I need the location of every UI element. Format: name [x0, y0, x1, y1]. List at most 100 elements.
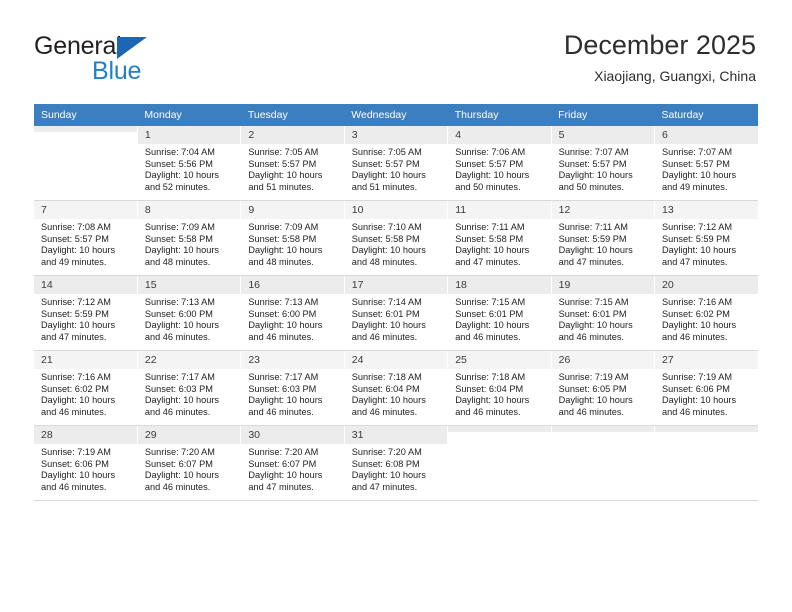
day-cell-inner: 11 Sunrise: 7:11 AM Sunset: 5:58 PM Dayligh… — [448, 201, 551, 275]
day-number — [448, 426, 551, 432]
daylight-text-line1: Daylight: 10 hours — [41, 320, 116, 331]
day-details: Sunrise: 7:15 AM Sunset: 6:01 PM Daylight:… — [552, 294, 654, 343]
calendar-day-cell[interactable]: 27 Sunrise: 7:19 AM Sunset: 6:06 PM Dayligh… — [654, 350, 758, 426]
calendar-day-cell[interactable]: 17 Sunrise: 7:14 AM Sunset: 6:01 PM Dayligh… — [344, 275, 449, 351]
calendar-day-cell[interactable]: 24 Sunrise: 7:18 AM Sunset: 6:04 PM Dayligh… — [344, 350, 449, 426]
day-number: 23 — [241, 351, 344, 369]
logo-word-general: General — [34, 32, 122, 60]
calendar-day-cell[interactable]: 29 Sunrise: 7:20 AM Sunset: 6:07 PM Dayligh… — [137, 425, 242, 501]
general-blue-logo[interactable]: General Blue — [34, 32, 254, 88]
calendar-day-cell[interactable]: 14 Sunrise: 7:12 AM Sunset: 5:59 PM Dayligh… — [34, 275, 138, 351]
daylight-text-line1: Daylight: 10 hours — [455, 245, 530, 256]
daylight-text-line2: and 50 minutes. — [558, 181, 624, 192]
sunrise-text: Sunrise: 7:07 AM — [558, 147, 629, 157]
daylight-text-line2: and 47 minutes. — [558, 256, 624, 267]
day-details: Sunrise: 7:20 AM Sunset: 6:07 PM Daylight:… — [138, 444, 240, 493]
daylight-text-line2: and 46 minutes. — [455, 406, 521, 417]
calendar-day-cell[interactable]: 19 Sunrise: 7:15 AM Sunset: 6:01 PM Dayligh… — [551, 275, 656, 351]
calendar-day-cell[interactable]: 7 Sunrise: 7:08 AM Sunset: 5:57 PM Daylight… — [34, 200, 138, 276]
calendar-day-cell[interactable]: 20 Sunrise: 7:16 AM Sunset: 6:02 PM Dayligh… — [654, 275, 758, 351]
day-number — [34, 126, 137, 132]
calendar-day-cell[interactable]: 23 Sunrise: 7:17 AM Sunset: 6:03 PM Dayligh… — [240, 350, 345, 426]
calendar-day-cell-empty — [34, 126, 138, 201]
daylight-text-line1: Daylight: 10 hours — [351, 245, 426, 256]
sunrise-text: Sunrise: 7:13 AM — [144, 297, 215, 307]
sunset-text: Sunset: 5:59 PM — [558, 233, 627, 244]
day-details: Sunrise: 7:08 AM Sunset: 5:57 PM Daylight:… — [34, 219, 137, 268]
day-number: 19 — [551, 276, 655, 294]
daylight-text-line2: and 47 minutes. — [455, 256, 521, 267]
sunset-text: Sunset: 6:07 PM — [248, 458, 317, 469]
calendar-day-cell[interactable]: 21 Sunrise: 7:16 AM Sunset: 6:02 PM Dayligh… — [34, 350, 138, 426]
day-cell-inner: 13 Sunrise: 7:12 AM Sunset: 5:59 PM Dayligh… — [655, 201, 758, 275]
calendar-day-cell[interactable]: 10 Sunrise: 7:10 AM Sunset: 5:58 PM Dayligh… — [344, 200, 449, 276]
day-number: 21 — [34, 351, 137, 369]
calendar-day-cell[interactable]: 12 Sunrise: 7:11 AM Sunset: 5:59 PM Dayligh… — [551, 200, 656, 276]
daylight-text-line1: Daylight: 10 hours — [248, 170, 323, 181]
day-number: 24 — [344, 351, 448, 369]
calendar-day-cell[interactable]: 6 Sunrise: 7:07 AM Sunset: 5:57 PM Daylight… — [654, 126, 758, 201]
calendar-day-cell[interactable]: 26 Sunrise: 7:19 AM Sunset: 6:05 PM Dayligh… — [551, 350, 656, 426]
day-details: Sunrise: 7:18 AM Sunset: 6:04 PM Daylight:… — [345, 369, 447, 418]
sunset-text: Sunset: 5:56 PM — [144, 158, 213, 169]
calendar-day-cell[interactable]: 9 Sunrise: 7:09 AM Sunset: 5:58 PM Daylight… — [240, 200, 345, 276]
calendar-day-cell[interactable]: 2 Sunrise: 7:05 AM Sunset: 5:57 PM Daylight… — [240, 126, 345, 201]
calendar-week-row: 28 Sunrise: 7:19 AM Sunset: 6:06 PM Dayligh… — [34, 425, 758, 501]
day-number: 17 — [344, 276, 448, 294]
calendar-day-cell[interactable]: 1 Sunrise: 7:04 AM Sunset: 5:56 PM Daylight… — [137, 126, 242, 201]
day-cell-inner: 18 Sunrise: 7:15 AM Sunset: 6:01 PM Dayligh… — [448, 276, 551, 350]
calendar-day-cell[interactable]: 4 Sunrise: 7:06 AM Sunset: 5:57 PM Daylight… — [447, 126, 552, 201]
sunrise-text: Sunrise: 7:19 AM — [41, 447, 111, 457]
sunset-text: Sunset: 5:58 PM — [455, 233, 524, 244]
day-number: 15 — [137, 276, 241, 294]
sunset-text: Sunset: 5:58 PM — [248, 233, 317, 244]
calendar-day-cell[interactable]: 28 Sunrise: 7:19 AM Sunset: 6:06 PM Dayligh… — [34, 425, 138, 501]
day-details: Sunrise: 7:09 AM Sunset: 5:58 PM Daylight:… — [241, 219, 343, 268]
day-number: 30 — [241, 426, 344, 444]
page-title: December 2025 — [563, 30, 756, 60]
sunrise-text: Sunrise: 7:15 AM — [558, 297, 629, 307]
sunset-text: Sunset: 5:58 PM — [351, 233, 420, 244]
daylight-text-line1: Daylight: 10 hours — [455, 320, 530, 331]
day-cell-inner: 7 Sunrise: 7:08 AM Sunset: 5:57 PM Daylight… — [34, 201, 137, 275]
daylight-text-line1: Daylight: 10 hours — [41, 245, 116, 256]
daylight-text-line2: and 46 minutes. — [144, 406, 211, 417]
calendar-day-cell[interactable]: 18 Sunrise: 7:15 AM Sunset: 6:01 PM Dayligh… — [447, 275, 552, 351]
calendar-day-cell[interactable]: 15 Sunrise: 7:13 AM Sunset: 6:00 PM Dayligh… — [137, 275, 242, 351]
calendar-day-cell[interactable]: 13 Sunrise: 7:12 AM Sunset: 5:59 PM Dayligh… — [654, 200, 758, 276]
daylight-text-line1: Daylight: 10 hours — [248, 470, 323, 481]
day-details: Sunrise: 7:18 AM Sunset: 6:04 PM Daylight:… — [448, 369, 550, 418]
daylight-text-line1: Daylight: 10 hours — [558, 395, 633, 406]
day-details: Sunrise: 7:07 AM Sunset: 5:57 PM Daylight:… — [655, 144, 758, 193]
day-details: Sunrise: 7:04 AM Sunset: 5:56 PM Daylight:… — [138, 144, 240, 193]
calendar-day-cell[interactable]: 8 Sunrise: 7:09 AM Sunset: 5:58 PM Daylight… — [137, 200, 242, 276]
sunset-text: Sunset: 6:01 PM — [455, 308, 524, 319]
daylight-text-line2: and 46 minutes. — [662, 331, 728, 342]
sunset-text: Sunset: 5:57 PM — [41, 233, 109, 244]
calendar-day-cell[interactable]: 5 Sunrise: 7:07 AM Sunset: 5:57 PM Daylight… — [551, 126, 656, 201]
day-number: 11 — [448, 201, 551, 219]
sunrise-text: Sunrise: 7:06 AM — [455, 147, 526, 157]
page-header: General Blue December 2025 Xiaojiang, Gu… — [0, 0, 792, 100]
day-cell-inner: 27 Sunrise: 7:19 AM Sunset: 6:06 PM Dayligh… — [655, 351, 758, 425]
calendar-day-cell[interactable]: 25 Sunrise: 7:18 AM Sunset: 6:04 PM Dayligh… — [447, 350, 552, 426]
logo-triangle-icon — [117, 37, 147, 59]
calendar-day-cell[interactable]: 30 Sunrise: 7:20 AM Sunset: 6:07 PM Dayligh… — [240, 425, 345, 501]
day-cell-inner: 9 Sunrise: 7:09 AM Sunset: 5:58 PM Daylight… — [241, 201, 344, 275]
weekday-header-sunday: Sunday — [34, 104, 138, 126]
sunset-text: Sunset: 6:01 PM — [351, 308, 420, 319]
calendar-day-cell[interactable]: 11 Sunrise: 7:11 AM Sunset: 5:58 PM Dayligh… — [447, 200, 552, 276]
calendar-day-cell[interactable]: 22 Sunrise: 7:17 AM Sunset: 6:03 PM Dayligh… — [137, 350, 242, 426]
calendar-day-cell[interactable]: 3 Sunrise: 7:05 AM Sunset: 5:57 PM Daylight… — [344, 126, 449, 201]
calendar-day-cell[interactable]: 16 Sunrise: 7:13 AM Sunset: 6:00 PM Dayligh… — [240, 275, 345, 351]
day-details: Sunrise: 7:11 AM Sunset: 5:58 PM Daylight:… — [448, 219, 550, 268]
daylight-text-line2: and 51 minutes. — [248, 181, 314, 192]
calendar-day-cell[interactable]: 31 Sunrise: 7:20 AM Sunset: 6:08 PM Dayligh… — [344, 425, 449, 501]
daylight-text-line2: and 50 minutes. — [455, 181, 521, 192]
day-cell-inner: 10 Sunrise: 7:10 AM Sunset: 5:58 PM Dayligh… — [344, 201, 448, 275]
day-number: 5 — [551, 126, 655, 144]
day-details: Sunrise: 7:05 AM Sunset: 5:57 PM Daylight:… — [345, 144, 447, 193]
day-number — [551, 426, 655, 432]
daylight-text-line1: Daylight: 10 hours — [558, 245, 633, 256]
daylight-text-line2: and 47 minutes. — [41, 331, 107, 342]
